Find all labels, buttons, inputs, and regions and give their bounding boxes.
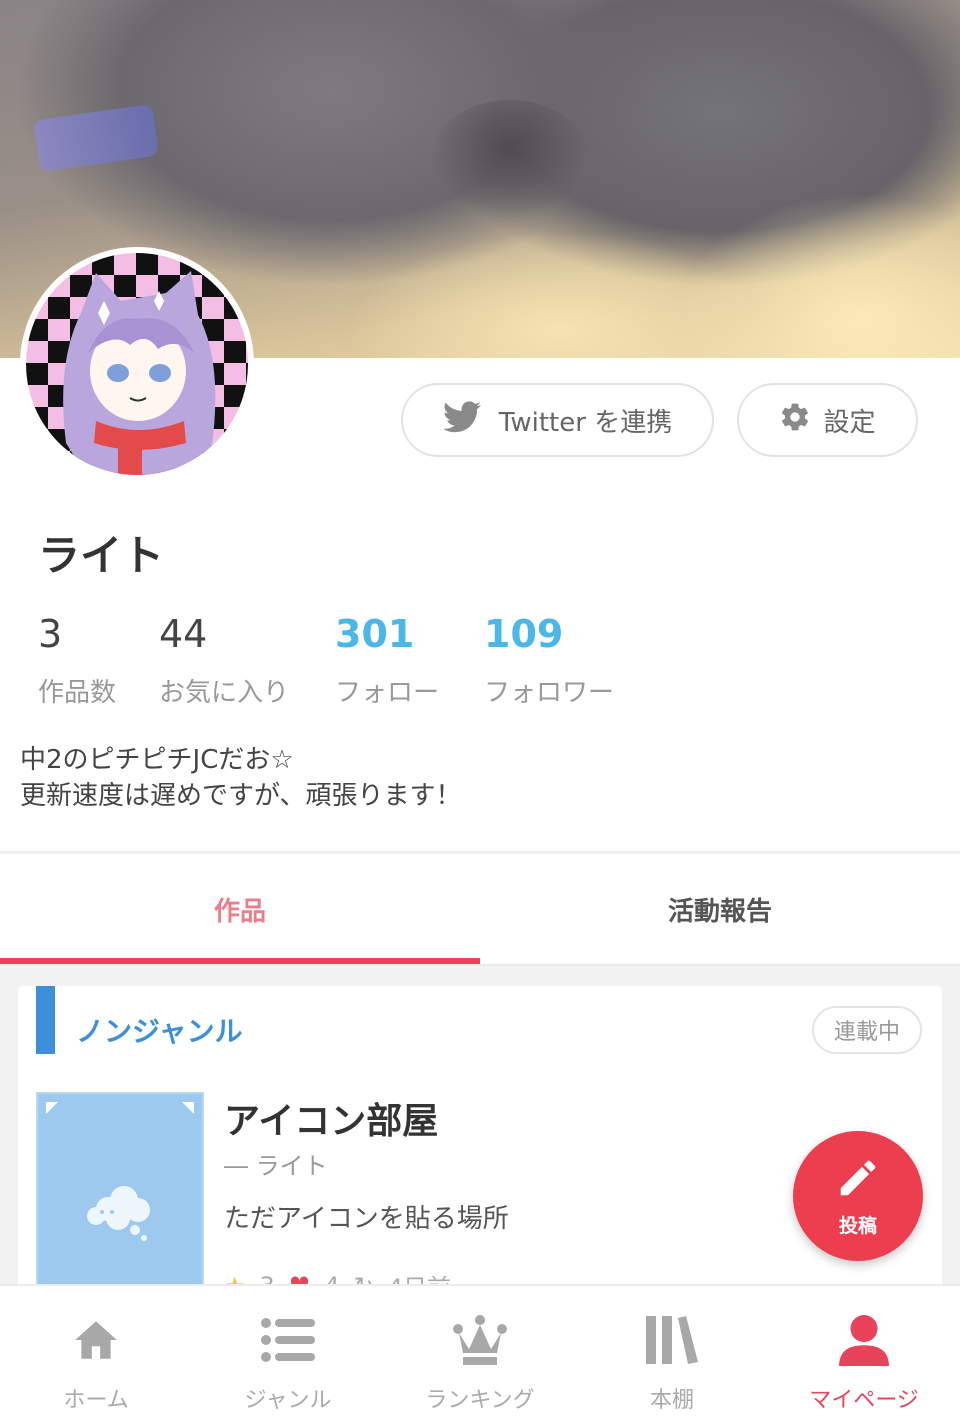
nav-label: ホーム — [63, 1388, 129, 1413]
stat-following[interactable]: 301 フォロー — [335, 612, 439, 709]
home-icon — [70, 1314, 122, 1366]
stat-favorites[interactable]: 44 お気に入り — [159, 612, 289, 709]
work-author[interactable]: ― ライト — [224, 1146, 328, 1181]
tab-works[interactable]: 作品 — [0, 854, 480, 964]
nav-label: ランキング — [425, 1388, 535, 1413]
stat-followers[interactable]: 109 フォロワー — [484, 612, 614, 709]
nav-mypage[interactable]: マイページ — [768, 1286, 960, 1426]
crown-icon — [453, 1314, 507, 1366]
avatar[interactable] — [20, 247, 254, 481]
stat-works: 3 作品数 — [38, 612, 116, 709]
nav-bookshelf[interactable]: 本棚 — [576, 1286, 768, 1426]
stat-label: フォロワー — [484, 678, 615, 708]
post-label: 投稿 — [838, 1214, 877, 1237]
profile-bio: 中2のピチピチJCだお☆ 更新速度は遅めですが、頑張ります！ — [20, 742, 461, 814]
twitter-icon — [442, 400, 481, 440]
post-button[interactable]: 投稿 — [793, 1131, 923, 1261]
bio-line: 中2のピチピチJCだお☆ — [20, 745, 294, 775]
stat-label: 作品数 — [38, 678, 117, 708]
tab-activity-report[interactable]: 活動報告 — [480, 854, 960, 964]
twitter-connect-label: Twitter を連携 — [498, 407, 673, 438]
settings-button[interactable]: 設定 — [737, 383, 918, 457]
nav-label: ジャンル — [244, 1388, 332, 1413]
stat-label: お気に入り — [159, 678, 290, 708]
bookshelf-icon — [646, 1314, 698, 1366]
cloud-icon — [87, 1186, 150, 1241]
profile-name: ライト — [38, 531, 165, 580]
work-card[interactable]: ノンジャンル 連載中 アイコン部屋 ― ライト ただアイコンを貼る場所 — [18, 986, 942, 1326]
nav-genre[interactable]: ジャンル — [192, 1286, 384, 1426]
active-tab-indicator — [0, 958, 480, 964]
nav-home[interactable]: ホーム — [0, 1286, 192, 1426]
stat-value: 301 — [335, 612, 415, 656]
profile-page: Twitter を連携 設定 ライト 3 作品数 44 お気に入り 301 フォ… — [0, 0, 960, 1426]
work-title[interactable]: アイコン部屋 — [224, 1092, 438, 1144]
settings-label: 設定 — [823, 407, 876, 438]
stat-value: 44 — [159, 612, 208, 656]
status-badge: 連載中 — [812, 1006, 922, 1054]
nav-ranking[interactable]: ランキング — [384, 1286, 576, 1426]
genre-bar — [36, 986, 55, 1054]
work-genre[interactable]: ノンジャンル — [76, 1010, 243, 1050]
pencil-icon — [835, 1155, 881, 1205]
gear-icon — [779, 401, 811, 440]
twitter-connect-button[interactable]: Twitter を連携 — [401, 383, 714, 457]
person-icon — [839, 1314, 889, 1366]
profile-tabs: 作品 活動報告 — [0, 854, 960, 966]
list-icon — [261, 1314, 315, 1366]
nav-label: 本棚 — [649, 1388, 694, 1413]
stat-label: フォロー — [335, 678, 440, 708]
bottom-navigation: ホーム ジャンル ランキング 本棚 マイページ — [0, 1284, 960, 1426]
nav-label: マイページ — [809, 1388, 919, 1413]
bio-line: 更新速度は遅めですが、頑張ります！ — [20, 781, 462, 811]
stat-value: 3 — [38, 612, 63, 656]
work-description: ただアイコンを貼る場所 — [224, 1204, 509, 1234]
avatar-illustration — [63, 271, 216, 475]
stat-value: 109 — [484, 612, 564, 656]
